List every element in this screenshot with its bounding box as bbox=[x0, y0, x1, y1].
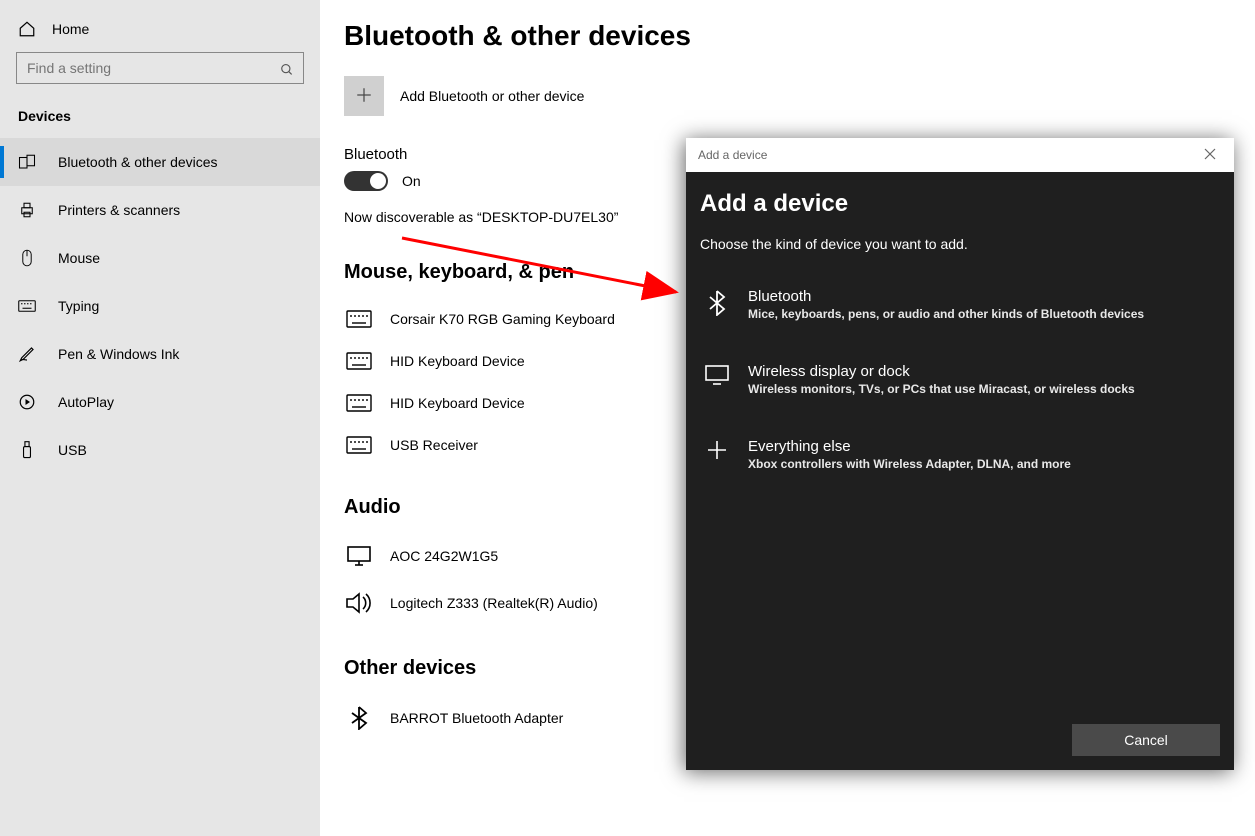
speaker-icon bbox=[344, 591, 374, 615]
keyboard-icon bbox=[344, 394, 374, 412]
device-label: AOC 24G2W1G5 bbox=[390, 548, 498, 564]
sidebar-item-label: AutoPlay bbox=[58, 394, 114, 410]
sidebar-item-label: Bluetooth & other devices bbox=[58, 154, 218, 170]
device-label: Corsair K70 RGB Gaming Keyboard bbox=[390, 311, 615, 327]
devices-icon bbox=[18, 153, 36, 171]
bluetooth-state-label: On bbox=[402, 173, 421, 189]
sidebar-section-header: Devices bbox=[0, 98, 320, 138]
keyboard-icon bbox=[344, 310, 374, 328]
sidebar-item-label: Pen & Windows Ink bbox=[58, 346, 179, 362]
home-label: Home bbox=[52, 21, 89, 37]
sidebar-item-printers[interactable]: Printers & scanners bbox=[0, 186, 320, 234]
sidebar-item-label: Printers & scanners bbox=[58, 202, 180, 218]
dialog-cancel-button[interactable]: Cancel bbox=[1072, 724, 1220, 756]
sidebar-item-label: USB bbox=[58, 442, 87, 458]
device-label: USB Receiver bbox=[390, 437, 478, 453]
add-device-button[interactable]: Add Bluetooth or other device bbox=[344, 76, 1225, 116]
keyboard-icon bbox=[344, 352, 374, 370]
device-label: HID Keyboard Device bbox=[390, 353, 525, 369]
sidebar-item-label: Mouse bbox=[58, 250, 100, 266]
option-title: Bluetooth bbox=[748, 288, 1144, 305]
dialog-subtitle: Choose the kind of device you want to ad… bbox=[700, 236, 1220, 252]
bluetooth-icon bbox=[344, 706, 374, 730]
usb-icon bbox=[18, 441, 36, 459]
sidebar-item-autoplay[interactable]: AutoPlay bbox=[0, 378, 320, 426]
close-icon bbox=[1204, 147, 1216, 163]
home-button[interactable]: Home bbox=[0, 12, 320, 48]
pen-icon bbox=[18, 345, 36, 363]
printer-icon bbox=[18, 201, 36, 219]
bluetooth-icon bbox=[704, 288, 730, 316]
sidebar-item-mouse[interactable]: Mouse bbox=[0, 234, 320, 282]
add-device-icon-box bbox=[344, 76, 384, 116]
dialog-heading: Add a device bbox=[700, 190, 1220, 218]
option-subtitle: Mice, keyboards, pens, or audio and othe… bbox=[748, 307, 1144, 321]
option-title: Everything else bbox=[748, 438, 1071, 455]
sidebar-item-label: Typing bbox=[58, 298, 99, 314]
device-label: HID Keyboard Device bbox=[390, 395, 525, 411]
dialog-option-everything-else[interactable]: Everything else Xbox controllers with Wi… bbox=[700, 426, 1220, 483]
dialog-option-bluetooth[interactable]: Bluetooth Mice, keyboards, pens, or audi… bbox=[700, 276, 1220, 333]
dialog-close-button[interactable] bbox=[1198, 143, 1222, 167]
device-label: BARROT Bluetooth Adapter bbox=[390, 710, 563, 726]
keyboard-icon bbox=[344, 436, 374, 454]
monitor-icon bbox=[704, 363, 730, 385]
dialog-option-wireless-display[interactable]: Wireless display or dock Wireless monito… bbox=[700, 351, 1220, 408]
plus-icon bbox=[355, 86, 373, 107]
search-input[interactable] bbox=[16, 52, 304, 84]
option-title: Wireless display or dock bbox=[748, 363, 1135, 380]
add-device-dialog: Add a device Add a device Choose the kin… bbox=[686, 138, 1234, 770]
plus-icon bbox=[704, 438, 730, 460]
monitor-icon bbox=[344, 545, 374, 567]
dialog-title-bar: Add a device bbox=[686, 138, 1234, 172]
sidebar-item-bluetooth[interactable]: Bluetooth & other devices bbox=[0, 138, 320, 186]
add-device-label: Add Bluetooth or other device bbox=[400, 88, 584, 104]
home-icon bbox=[18, 20, 36, 38]
keyboard-icon bbox=[18, 299, 36, 313]
sidebar-item-pen[interactable]: Pen & Windows Ink bbox=[0, 330, 320, 378]
mouse-icon bbox=[18, 249, 36, 267]
search-wrap bbox=[0, 48, 320, 98]
autoplay-icon bbox=[18, 393, 36, 411]
option-subtitle: Wireless monitors, TVs, or PCs that use … bbox=[748, 382, 1135, 396]
sidebar-item-typing[interactable]: Typing bbox=[0, 282, 320, 330]
device-label: Logitech Z333 (Realtek(R) Audio) bbox=[390, 595, 598, 611]
dialog-titlebar-text: Add a device bbox=[698, 148, 767, 162]
sidebar-item-usb[interactable]: USB bbox=[0, 426, 320, 474]
page-title: Bluetooth & other devices bbox=[344, 20, 1225, 52]
bluetooth-toggle[interactable] bbox=[344, 171, 388, 191]
option-subtitle: Xbox controllers with Wireless Adapter, … bbox=[748, 457, 1071, 471]
settings-sidebar: Home Devices Bluetooth & other devices P… bbox=[0, 0, 320, 836]
